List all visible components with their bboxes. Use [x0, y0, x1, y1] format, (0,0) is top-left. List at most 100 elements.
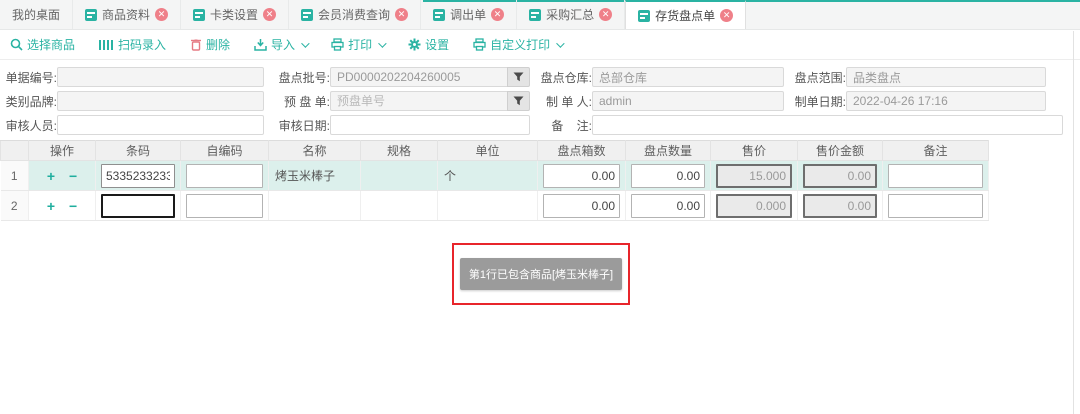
close-icon[interactable]: ✕: [491, 8, 504, 21]
tab-card-settings[interactable]: 卡类设置 ✕: [181, 0, 289, 29]
funnel-icon: [513, 96, 524, 106]
document-icon: [193, 9, 205, 21]
panel-right-border: [1073, 31, 1074, 414]
col-price: 售价: [711, 141, 798, 161]
scan-entry-button[interactable]: 扫码录入: [99, 36, 166, 53]
pre-count-label: 预 盘 单:: [264, 93, 330, 110]
warehouse-field[interactable]: [592, 67, 784, 87]
tab-goods-info[interactable]: 商品资料 ✕: [73, 0, 181, 29]
custom-print-button[interactable]: 自定义打印: [473, 36, 562, 53]
close-icon[interactable]: ✕: [263, 8, 276, 21]
col-unit: 单位: [438, 141, 538, 161]
auditor-field[interactable]: [57, 115, 264, 135]
doc-no-field[interactable]: [57, 67, 264, 87]
note-input[interactable]: [888, 164, 983, 188]
col-actions: 操作: [29, 141, 96, 161]
remove-row-button[interactable]: −: [62, 168, 84, 184]
tab-member-consumption-query[interactable]: 会员消费查询 ✕: [289, 0, 421, 29]
remove-row-button[interactable]: −: [62, 198, 84, 214]
settings-button[interactable]: 设置: [408, 36, 449, 53]
row-actions: +−: [29, 161, 96, 191]
warehouse-label: 盘点仓库:: [530, 69, 592, 86]
tab-purchase-summary[interactable]: 采购汇总 ✕: [517, 0, 625, 29]
chevron-down-icon: [378, 39, 386, 47]
col-self-code: 自编码: [181, 141, 269, 161]
row-number: 2: [1, 191, 29, 221]
trash-icon: [190, 38, 202, 51]
note-input[interactable]: [888, 194, 983, 218]
close-icon[interactable]: ✕: [395, 8, 408, 21]
maker-field[interactable]: [592, 91, 784, 111]
product-name: 烤玉米棒子: [271, 167, 358, 184]
count-batch-group: [330, 67, 530, 87]
col-name: 名称: [269, 141, 361, 161]
audit-date-label: 审核日期:: [264, 117, 330, 134]
count-scope-label: 盘点范围:: [784, 69, 846, 86]
toolbar: 选择商品 扫码录入 删除 导入: [0, 30, 1080, 60]
pre-count-field[interactable]: [330, 91, 507, 111]
category-brand-label: 类别品牌:: [0, 93, 57, 110]
doc-no-label: 单据编号:: [0, 69, 57, 86]
remark-field[interactable]: [592, 115, 1063, 135]
select-goods-button[interactable]: 选择商品: [10, 36, 75, 53]
document-icon: [433, 9, 445, 21]
col-barcode: 条码: [96, 141, 181, 161]
count-batch-label: 盘点批号:: [264, 69, 330, 86]
print-button[interactable]: 打印: [331, 36, 384, 53]
items-table: 操作 条码 自编码 名称 规格 单位 盘点箱数 盘点数量 售价 售价金额 备注 …: [0, 140, 989, 221]
close-icon[interactable]: ✕: [155, 8, 168, 21]
count-batch-field[interactable]: [330, 67, 507, 87]
toast-message: 第1行已包含商品[烤玉米棒子]: [460, 258, 622, 290]
document-icon: [85, 9, 97, 21]
self-code-input[interactable]: [186, 164, 263, 188]
chevron-down-icon: [301, 39, 309, 47]
row-number: 1: [1, 161, 29, 191]
self-code-input[interactable]: [186, 194, 263, 218]
tab-label: 调出单: [450, 6, 486, 23]
delete-button[interactable]: 删除: [190, 36, 230, 53]
make-date-field[interactable]: [846, 91, 1046, 111]
box-qty-input[interactable]: [543, 164, 620, 188]
filter-button[interactable]: [507, 91, 530, 111]
category-brand-field[interactable]: [57, 91, 264, 111]
tab-inventory-count[interactable]: 存货盘点单 ✕: [625, 0, 746, 29]
tab-transfer-out[interactable]: 调出单 ✕: [421, 0, 517, 29]
pre-count-group: [330, 91, 530, 111]
close-icon[interactable]: ✕: [720, 9, 733, 22]
qty-input[interactable]: [631, 164, 705, 188]
import-icon: [254, 38, 267, 51]
search-icon: [10, 38, 23, 51]
inventory-count-page: 我的桌面 商品资料 ✕ 卡类设置 ✕ 会员消费查询 ✕ 调出单 ✕ 采购汇总 ✕: [0, 0, 1080, 414]
amount-input: [803, 164, 877, 188]
col-qty: 盘点数量: [626, 141, 711, 161]
document-header-form: 单据编号: 盘点批号: 盘点仓库: 盘点范围: 类别品牌: 预 盘 单:: [0, 60, 1080, 137]
row-actions: +−: [29, 191, 96, 221]
import-button[interactable]: 导入: [254, 36, 307, 53]
tab-label: 采购汇总: [546, 6, 594, 23]
printer-icon: [331, 38, 344, 51]
barcode-input[interactable]: [101, 164, 175, 188]
printer-icon: [473, 38, 486, 51]
filter-button[interactable]: [507, 67, 530, 87]
add-row-button[interactable]: +: [40, 168, 62, 184]
barcode-input[interactable]: [101, 194, 175, 218]
document-icon: [638, 10, 650, 22]
audit-date-field[interactable]: [330, 115, 530, 135]
count-scope-field[interactable]: [846, 67, 1046, 87]
product-unit: 个: [440, 167, 535, 184]
annotation-highlight-rect: 第1行已包含商品[烤玉米棒子]: [452, 243, 630, 305]
add-row-button[interactable]: +: [40, 198, 62, 214]
qty-input[interactable]: [631, 194, 705, 218]
box-qty-input[interactable]: [543, 194, 620, 218]
document-icon: [301, 9, 313, 21]
price-input: [716, 164, 792, 188]
col-spec: 规格: [361, 141, 438, 161]
auditor-label: 审核人员:: [0, 117, 57, 134]
table-row: 1 +− 烤玉米棒子 个: [1, 161, 989, 191]
document-icon: [529, 9, 541, 21]
chevron-down-icon: [556, 39, 564, 47]
barcode-icon: [99, 40, 114, 50]
close-icon[interactable]: ✕: [599, 8, 612, 21]
maker-label: 制 单 人:: [530, 93, 592, 110]
tab-my-desktop[interactable]: 我的桌面: [0, 0, 73, 29]
